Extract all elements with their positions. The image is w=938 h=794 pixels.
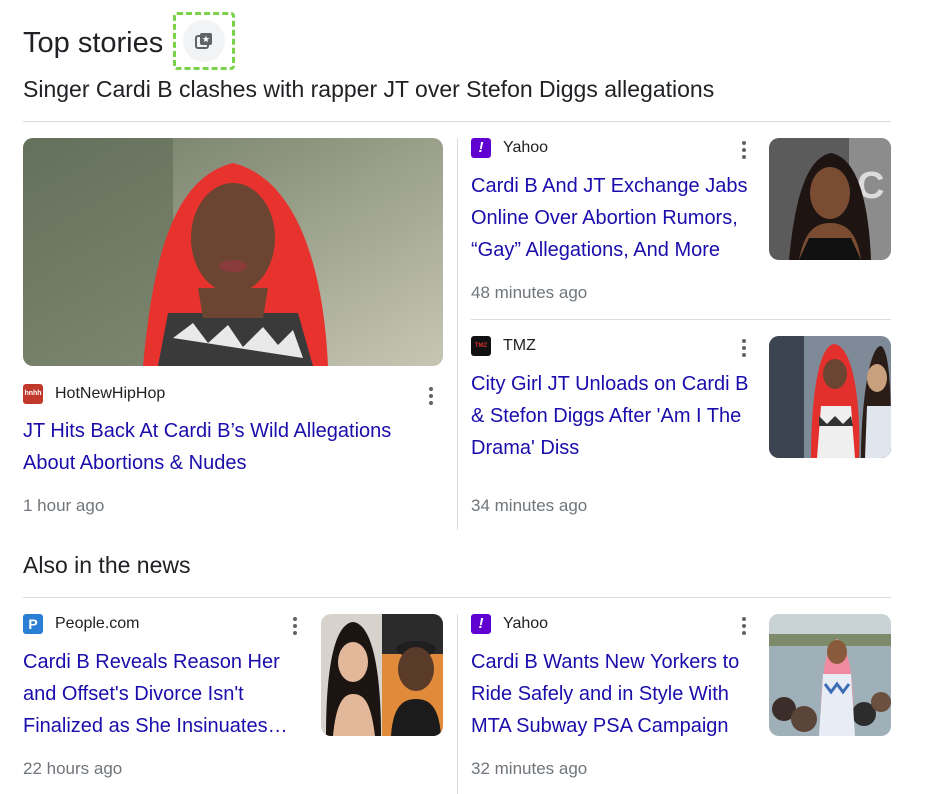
also-story-1-image[interactable] (321, 614, 443, 736)
side-story-2-time: 34 minutes ago (471, 496, 588, 515)
source-name: Yahoo (503, 139, 549, 156)
section-title-also-in-the-news: Also in the news (23, 552, 191, 578)
source-name: People.com (55, 615, 140, 632)
section-title-top-stories: Top stories (23, 27, 164, 59)
more-options-icon[interactable] (741, 616, 747, 636)
also-story-1-headline[interactable]: Cardi B Reveals Reason Her and Offset's … (23, 646, 308, 742)
also-story-2-source: ! Yahoo (471, 614, 548, 634)
also-story-2-image[interactable] (769, 614, 891, 736)
also-story-1-time: 22 hours ago (23, 759, 123, 778)
divider (23, 597, 891, 598)
side-story-2-headline[interactable]: City Girl JT Unloads on Cardi B & Stefon… (471, 368, 753, 464)
column-divider (457, 138, 458, 530)
also-story-2-headline[interactable]: Cardi B Wants New Yorkers to Ride Safely… (471, 646, 753, 742)
also-story-2-time: 32 minutes ago (471, 759, 588, 778)
cluster-title[interactable]: Singer Cardi B clashes with rapper JT ov… (23, 74, 714, 104)
source-name: TMZ (503, 337, 536, 354)
yahoo-favicon-icon: ! (471, 138, 491, 158)
people-favicon-icon: P (23, 614, 43, 634)
main-story-time: 1 hour ago (23, 496, 105, 515)
also-story-1-source: P People.com (23, 614, 140, 634)
more-options-icon[interactable] (292, 616, 298, 636)
side-story-1-headline[interactable]: Cardi B And JT Exchange Jabs Online Over… (471, 170, 753, 266)
source-name: Yahoo (503, 615, 549, 632)
divider (23, 121, 891, 122)
hotnewhiphop-favicon-icon: hnhh (23, 384, 43, 404)
yahoo-favicon-icon: ! (471, 614, 491, 634)
main-story-headline[interactable]: JT Hits Back At Cardi B’s Wild Allegatio… (23, 415, 433, 479)
column-divider (457, 614, 458, 794)
side-story-1-time: 48 minutes ago (471, 283, 588, 302)
stack-star-icon (183, 20, 225, 62)
more-options-icon[interactable] (428, 386, 434, 406)
side-story-1-image[interactable]: C (769, 138, 891, 260)
main-story-source: hnhh HotNewHipHop (23, 384, 165, 404)
side-story-1-source: ! Yahoo (471, 138, 548, 158)
side-story-2-image[interactable] (769, 336, 891, 458)
more-options-icon[interactable] (741, 338, 747, 358)
tmz-favicon-icon: TMZ (471, 336, 491, 356)
source-name: HotNewHipHop (55, 385, 166, 402)
divider (471, 319, 891, 320)
main-story-image[interactable] (23, 138, 443, 366)
more-options-icon[interactable] (741, 140, 747, 160)
side-story-2-source: TMZ TMZ (471, 336, 536, 356)
full-coverage-button[interactable] (173, 12, 235, 70)
